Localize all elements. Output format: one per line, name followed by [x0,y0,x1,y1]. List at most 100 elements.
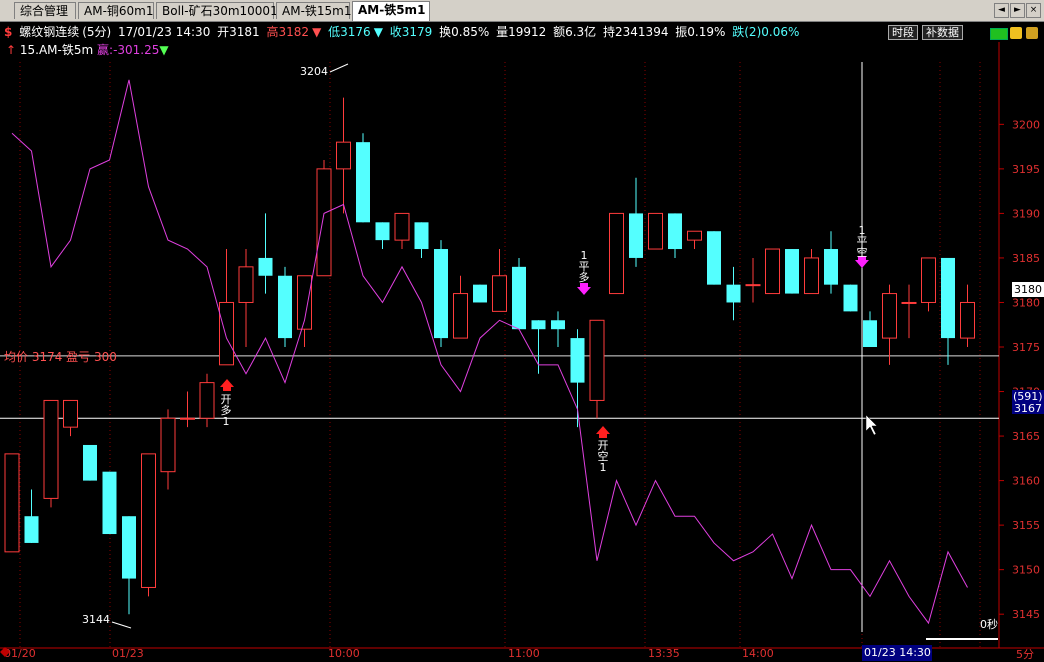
signal-label: 平多 [578,260,590,284]
signal-close-short: 1 平空 [855,225,869,258]
period: (5分) [82,25,112,39]
signal-close-long: 1 平多 [577,250,591,283]
candle-body-up [63,399,78,428]
candle-body-up [492,275,507,312]
candle-body-down [941,257,955,339]
high-annotation-line [329,63,349,73]
candle-body-up [180,417,195,420]
low-annotation: 3144 [82,613,110,626]
candle-body-down [356,142,370,223]
y-tick-label: 3150 [1012,564,1040,577]
candle-body-down [668,213,682,250]
open-interest: 持2341394 [603,25,669,39]
y-tick-label: 3145 [1012,608,1040,621]
close-icon[interactable]: × [1026,3,1041,18]
candle-body-up [765,248,780,295]
candle-body-up [609,212,624,295]
candle-body-up [589,319,605,401]
low-annotation-line [111,621,132,629]
amount: 额6.3亿 [553,25,597,39]
candle-body-up [336,141,351,170]
datetime: 17/01/23 14:30 [118,25,211,39]
candle-body-up [804,257,819,295]
y-tick-label: 3175 [1012,341,1040,354]
candle-body-up [199,382,215,419]
candle-body-down [83,444,97,481]
candle-body-up [901,301,917,304]
signal-open-short: 开空 1 [596,440,610,473]
tab-am-iron-15m1[interactable]: AM-铁15m1 [276,2,352,19]
open-price: 开3181 [217,25,260,39]
money-icon[interactable] [990,28,1008,40]
candle-body-down [434,249,448,339]
tab-am-copper-60m1[interactable]: AM-铜60m1 [78,2,154,19]
candle-body-up [453,293,468,339]
y-tick-label: 3195 [1012,163,1040,176]
candle-body-down [629,213,643,258]
y-tick-label: 3185 [1012,252,1040,265]
candle-body-down [824,249,838,285]
signal-label: 开多 [220,393,232,417]
low-price: 低3176 [328,25,371,39]
price-chart[interactable]: 3145315031553160316531703175318031853190… [0,0,1044,661]
quote-info-bar: $ 螺纹钢连续 (5分) 17/01/23 14:30 开3181 高3182 ▼ … [0,23,802,41]
strategy-profit: 赢:-301.25 [97,43,160,57]
candle-body-up [43,399,59,499]
candle-body-up [141,453,156,588]
candle-body-up [219,301,234,366]
average-price-label: 均价 3174 盈亏 300 [4,350,117,364]
candle-body-down [122,516,136,579]
candle-body-down [278,275,292,339]
settings-icon[interactable] [1010,27,1022,39]
candle-body-up [648,212,663,250]
candle-body-down [102,471,117,535]
y-axis-labels: 3145315031553160316531703175318031853190… [1012,118,1040,621]
candle-body-down [863,320,877,347]
x-tick-label: 01/23 [112,647,144,660]
period-button[interactable]: 时段 [888,25,918,40]
candle-body-down [531,320,546,330]
close-price: 收3179 [389,25,433,39]
amplitude: 振0.19% [675,25,726,39]
y-tick-label: 3155 [1012,519,1040,532]
candle-body-down [726,284,741,303]
up-arrow-icon [596,426,610,438]
contract-name: 螺纹钢连续 [19,25,80,39]
y-tick-label: 3165 [1012,430,1040,443]
high-price: 高3182 [266,25,310,39]
x-tick-label: 11:00 [508,647,540,660]
candle-body-up [921,257,936,303]
change: 跌(2)0.06% [732,25,800,39]
candle-body-up [4,453,20,553]
tab-scroll-right-icon[interactable]: ► [1010,3,1025,18]
down-arrow-icon: ▼ [312,25,322,39]
tab-boll-ore-30m[interactable]: Boll-矿石30m10001 [156,2,278,19]
countdown-underline [926,638,998,640]
candle-body-down [258,257,273,276]
tab-scroll-left-icon[interactable]: ◄ [994,3,1009,18]
candle-body-down [24,516,39,543]
candle-body-down [843,284,858,312]
x-tick-label: 14:00 [742,647,774,660]
chart-grid [19,62,1004,648]
candle-body-down [785,249,799,294]
x-tick-label: 13:35 [648,647,680,660]
candle-body-up [394,212,410,241]
tab-am-iron-5m1[interactable]: AM-铁5m1 [352,1,430,21]
candle-body-up [238,266,254,303]
time-tag-label: 01/23 14:30 [864,646,931,659]
lock-icon[interactable] [1026,27,1038,39]
tab-comprehensive[interactable]: 综合管理 [14,2,76,19]
strategy-name: 15.AM-铁5m [19,43,94,57]
fill-data-button[interactable]: 补数据 [922,25,963,40]
volume: 量19912 [496,25,547,39]
candle-body-up [160,417,176,473]
candle-body-down [512,266,526,330]
countdown-label: 0秒 [980,618,998,631]
candle-body-up [316,168,332,277]
candle-body-down [707,231,721,285]
strategy-legend: ↑ 15.AM-铁5m 赢:-301.25▼ [0,41,169,58]
candle-body-down [473,284,487,303]
y-tick-label: 3160 [1012,475,1040,488]
y-tick-label: 3180 [1012,296,1040,309]
